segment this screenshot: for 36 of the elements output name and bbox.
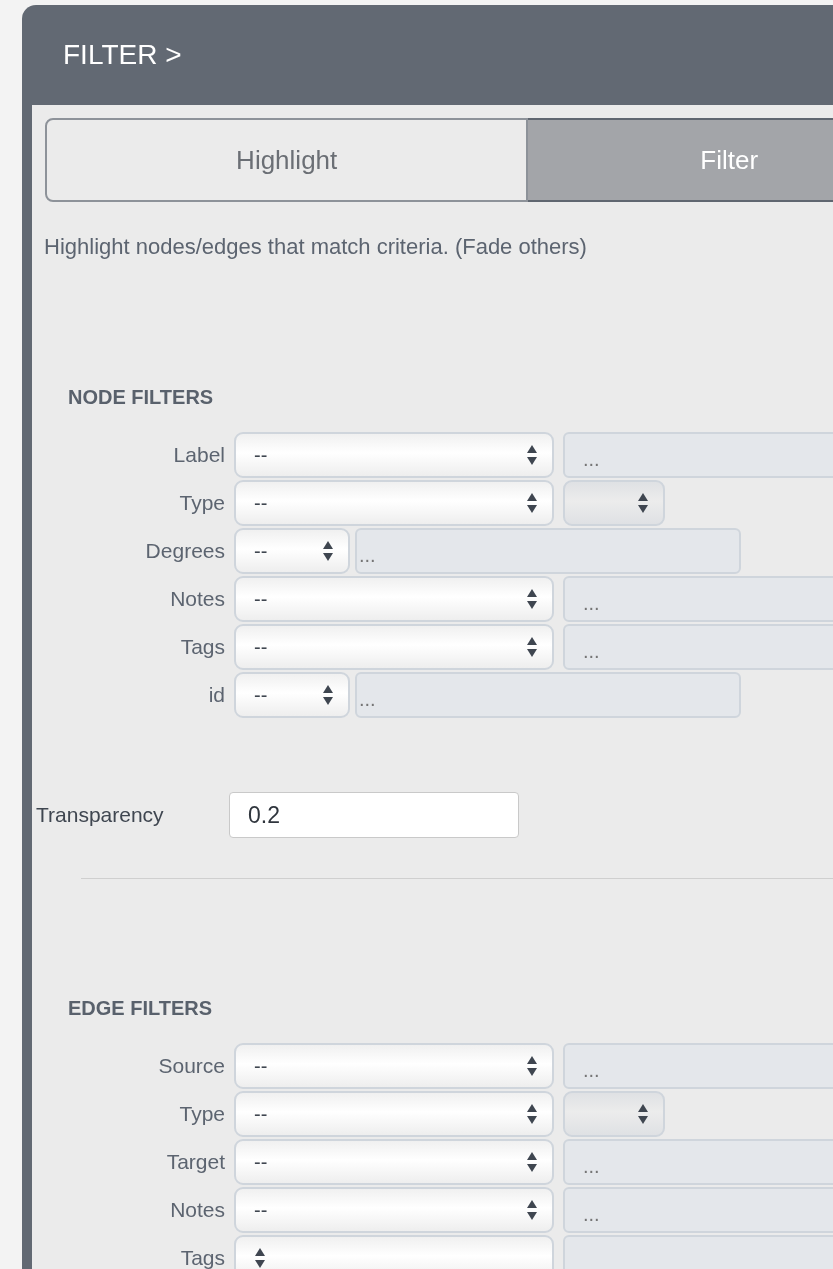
- value-field[interactable]: ...: [563, 1043, 833, 1089]
- filter-label: Tags: [179, 635, 225, 659]
- value-field[interactable]: ...: [563, 1187, 833, 1233]
- panel-title: FILTER >: [63, 39, 182, 71]
- tab[interactable]: Highlight: [45, 118, 529, 202]
- filter-label: Type: [178, 1102, 225, 1126]
- filter-label: id: [207, 683, 225, 707]
- operator-select[interactable]: --: [234, 672, 350, 718]
- section-heading: NODE FILTERS: [68, 385, 215, 409]
- filter-label: Tags: [179, 1246, 225, 1269]
- section-heading: EDGE FILTERS: [68, 996, 214, 1020]
- value-field[interactable]: ...: [563, 432, 833, 478]
- filter-label: Source: [157, 1054, 225, 1078]
- value-field[interactable]: ...: [563, 1139, 833, 1185]
- filter-label: Type: [178, 491, 225, 515]
- operator-select[interactable]: --: [234, 1043, 554, 1089]
- value-field[interactable]: ...: [355, 528, 741, 574]
- operator-select[interactable]: --: [234, 624, 554, 670]
- transparency-field[interactable]: 0.2: [229, 792, 519, 838]
- operator-select[interactable]: --: [234, 480, 554, 526]
- value-field[interactable]: ...: [563, 624, 833, 670]
- filter-label: Degrees: [144, 539, 225, 563]
- filter-label: Target: [165, 1150, 225, 1174]
- operator-select[interactable]: --: [234, 576, 554, 622]
- filter-label: Notes: [169, 1198, 225, 1222]
- value-field[interactable]: ...: [355, 672, 741, 718]
- operator-select[interactable]: --: [234, 1091, 554, 1137]
- filter-label: Label: [172, 443, 225, 467]
- transparency-label: Transparency: [36, 803, 165, 827]
- operator-select[interactable]: --: [234, 1187, 554, 1233]
- value-field[interactable]: ...: [563, 576, 833, 622]
- operator-select[interactable]: --: [234, 528, 350, 574]
- description-text: Highlight nodes/edges that match criteria. (Fade others): [44, 233, 588, 261]
- operator-select[interactable]: --: [234, 1139, 554, 1185]
- operator-select[interactable]: --: [234, 432, 554, 478]
- filter-label: Notes: [169, 587, 225, 611]
